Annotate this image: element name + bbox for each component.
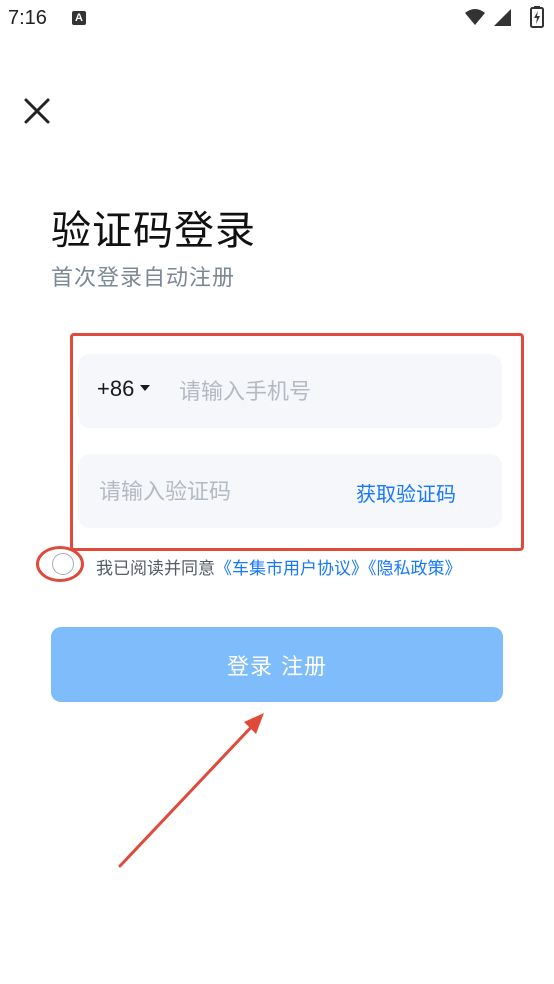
page-subtitle: 首次登录自动注册 [51,266,236,291]
close-icon [24,98,50,124]
status-time: 7:16 [8,7,47,29]
close-button[interactable] [18,92,58,132]
agreement-text: 我已阅读并同意《车集市用户协议》《隐私政策》 [96,554,462,579]
user-agreement-link[interactable]: 《车集市用户协议》 [215,559,368,579]
a-notification-icon: A [72,11,86,25]
annotation-circle [36,546,84,582]
signal-icon [494,9,511,26]
login-register-button[interactable]: 登录 注册 [51,627,503,702]
status-bar: 7:16 A [0,0,554,40]
annotation-rectangle [70,333,524,551]
agreement-row: 我已阅读并同意《车集市用户协议》《隐私政策》 [50,552,530,579]
page-title: 验证码登录 [51,208,256,254]
battery-charging-icon [530,6,544,28]
wifi-icon [465,9,485,25]
privacy-policy-link[interactable]: 《隐私政策》 [368,559,462,579]
agreement-prefix: 我已阅读并同意 [96,559,215,579]
